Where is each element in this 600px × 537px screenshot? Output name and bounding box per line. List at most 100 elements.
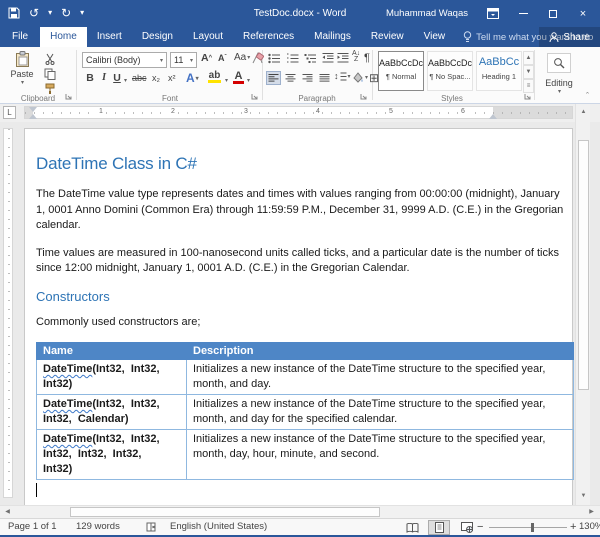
tab-selector[interactable]: L xyxy=(3,106,16,119)
scroll-down-icon[interactable]: ▼ xyxy=(577,490,590,503)
proofing-status-icon[interactable] xyxy=(146,522,158,533)
editing-search-icon[interactable] xyxy=(547,53,571,73)
font-color-dropdown-icon[interactable]: ▾ xyxy=(247,77,250,84)
vertical-scrollbar[interactable]: ▲ ▼ xyxy=(575,104,590,505)
horizontal-scrollbar[interactable]: ◀ ▶ xyxy=(0,505,600,518)
tab-view[interactable]: View xyxy=(414,27,456,47)
ribbon-display-options-icon[interactable] xyxy=(480,2,506,25)
text-effects-button[interactable]: A▾ xyxy=(186,71,199,85)
styles-gallery-expand-icon[interactable]: ≡ xyxy=(523,79,534,93)
zoom-in-button[interactable]: + xyxy=(570,519,576,535)
tab-design[interactable]: Design xyxy=(132,27,183,47)
collapse-ribbon-icon[interactable]: ˆ xyxy=(586,91,589,101)
align-right-button[interactable] xyxy=(300,71,315,85)
scroll-left-icon[interactable]: ◀ xyxy=(1,506,14,518)
font-size-select[interactable]: 11 ▾ xyxy=(170,52,197,68)
shrink-font-button[interactable]: Aˇ xyxy=(218,53,227,63)
style-normal[interactable]: AaBbCcDc ¶ Normal xyxy=(378,51,424,91)
vertical-ruler[interactable] xyxy=(3,128,13,498)
multilevel-list-icon[interactable] xyxy=(304,53,317,64)
doc-paragraph-1[interactable]: The DateTime value type represents dates… xyxy=(36,187,564,234)
superscript-button[interactable]: x² xyxy=(168,73,176,83)
clipboard-dialog-launcher-icon[interactable] xyxy=(65,93,73,101)
tab-file[interactable]: File xyxy=(0,27,40,47)
clear-formatting-icon[interactable] xyxy=(251,52,264,64)
underline-button[interactable]: U xyxy=(112,72,122,84)
minimize-button[interactable] xyxy=(510,2,536,25)
maximize-button[interactable] xyxy=(540,2,566,25)
tab-home[interactable]: Home xyxy=(40,27,87,47)
highlight-dropdown-icon[interactable]: ▾ xyxy=(225,77,228,84)
constructor-name-cell[interactable]: DateTime(Int32, Int32, Int32, Int32, Int… xyxy=(37,430,187,480)
document-page[interactable]: DateTime Class in C# The DateTime value … xyxy=(24,128,573,505)
grow-font-button[interactable]: A^ xyxy=(201,52,212,64)
justify-button[interactable] xyxy=(317,71,332,85)
constructor-desc-cell[interactable]: Initializes a new instance of the DateTi… xyxy=(187,430,574,480)
doc-paragraph-3[interactable]: Commonly used constructors are; xyxy=(36,315,564,331)
align-center-button[interactable] xyxy=(283,71,298,85)
zoom-slider-track[interactable] xyxy=(489,527,567,528)
tab-insert[interactable]: Insert xyxy=(87,27,132,47)
styles-scroll-down-icon[interactable]: ▼ xyxy=(523,65,534,79)
paragraph-dialog-launcher-icon[interactable] xyxy=(360,93,368,101)
show-hide-pilcrow-button[interactable]: ¶ xyxy=(364,52,370,64)
read-mode-icon[interactable] xyxy=(401,520,423,535)
close-button[interactable]: × xyxy=(570,2,596,25)
doc-heading-1[interactable]: DateTime Class in C# xyxy=(36,154,564,174)
signed-in-user[interactable]: Muhammad Waqas xyxy=(386,8,468,19)
constructor-name-cell[interactable]: DateTime(Int32, Int32, Int32) xyxy=(37,360,187,395)
constructor-desc-cell[interactable]: Initializes a new instance of the DateTi… xyxy=(187,395,574,430)
sort-icon[interactable]: A↓ Z xyxy=(352,51,360,63)
tab-mailings[interactable]: Mailings xyxy=(304,27,361,47)
styles-scroll-up-icon[interactable]: ▲ xyxy=(523,51,534,65)
decrease-indent-icon[interactable] xyxy=(322,53,334,63)
font-dialog-launcher-icon[interactable] xyxy=(251,93,259,101)
first-line-indent-marker[interactable] xyxy=(29,107,37,112)
horizontal-scroll-thumb[interactable] xyxy=(70,507,380,517)
style-heading1[interactable]: AaBbCc Heading 1 xyxy=(476,51,522,91)
scroll-up-icon[interactable]: ▲ xyxy=(577,106,590,119)
copy-icon[interactable] xyxy=(44,68,56,80)
font-name-select[interactable]: Calibri (Body) ▾ xyxy=(82,52,167,68)
word-count[interactable]: 129 words xyxy=(76,519,120,535)
bold-button[interactable]: B xyxy=(84,72,96,84)
bullet-list-icon[interactable] xyxy=(268,53,281,64)
italic-button[interactable]: I xyxy=(99,72,109,83)
hanging-indent-marker[interactable] xyxy=(29,114,37,119)
strikethrough-button[interactable]: abc xyxy=(132,73,147,83)
zoom-level[interactable]: 130% xyxy=(579,519,600,535)
increase-indent-icon[interactable] xyxy=(337,53,349,63)
line-spacing-button[interactable]: ↕ ▾ xyxy=(334,71,351,81)
text-highlight-button[interactable]: ab xyxy=(208,70,221,83)
subscript-button[interactable]: x₂ xyxy=(152,73,160,83)
language-indicator[interactable]: English (United States) xyxy=(170,519,267,535)
styles-dialog-launcher-icon[interactable] xyxy=(524,93,532,101)
tab-layout[interactable]: Layout xyxy=(183,27,233,47)
doc-paragraph-2[interactable]: Time values are measured in 100-nanoseco… xyxy=(36,246,564,277)
style-no-spacing[interactable]: AaBbCcDc ¶ No Spac... xyxy=(427,51,473,91)
constructor-name-cell[interactable]: DateTime(Int32, Int32, Int32, Calendar) xyxy=(37,395,187,430)
tab-references[interactable]: References xyxy=(233,27,304,47)
editing-button[interactable]: Editing ▾ xyxy=(537,78,581,95)
web-layout-icon[interactable] xyxy=(456,520,478,535)
tab-review[interactable]: Review xyxy=(361,27,414,47)
scroll-right-icon[interactable]: ▶ xyxy=(585,506,598,518)
underline-dropdown-icon[interactable]: ▾ xyxy=(124,77,127,84)
print-layout-icon[interactable] xyxy=(428,520,450,535)
share-button[interactable]: Share xyxy=(539,27,600,47)
font-color-button[interactable]: A xyxy=(233,70,244,84)
shading-icon[interactable]: ▾ xyxy=(352,72,368,83)
constructor-desc-cell[interactable]: Initializes a new instance of the DateTi… xyxy=(187,360,574,395)
align-left-button[interactable] xyxy=(266,71,281,85)
vertical-scroll-thumb[interactable] xyxy=(578,140,589,390)
paste-dropdown-icon[interactable]: ▾ xyxy=(7,79,38,86)
right-indent-marker[interactable] xyxy=(489,114,497,119)
doc-heading-2[interactable]: Constructors xyxy=(36,289,564,304)
zoom-out-button[interactable]: − xyxy=(477,519,483,535)
change-case-button[interactable]: Aa▾ xyxy=(234,52,250,63)
cut-icon[interactable] xyxy=(44,53,56,65)
numbered-list-icon[interactable] xyxy=(286,53,299,64)
page-indicator[interactable]: Page 1 of 1 xyxy=(8,519,57,535)
horizontal-ruler[interactable]: 1 2 3 4 5 6 xyxy=(24,106,573,119)
zoom-slider-thumb[interactable] xyxy=(531,523,534,532)
